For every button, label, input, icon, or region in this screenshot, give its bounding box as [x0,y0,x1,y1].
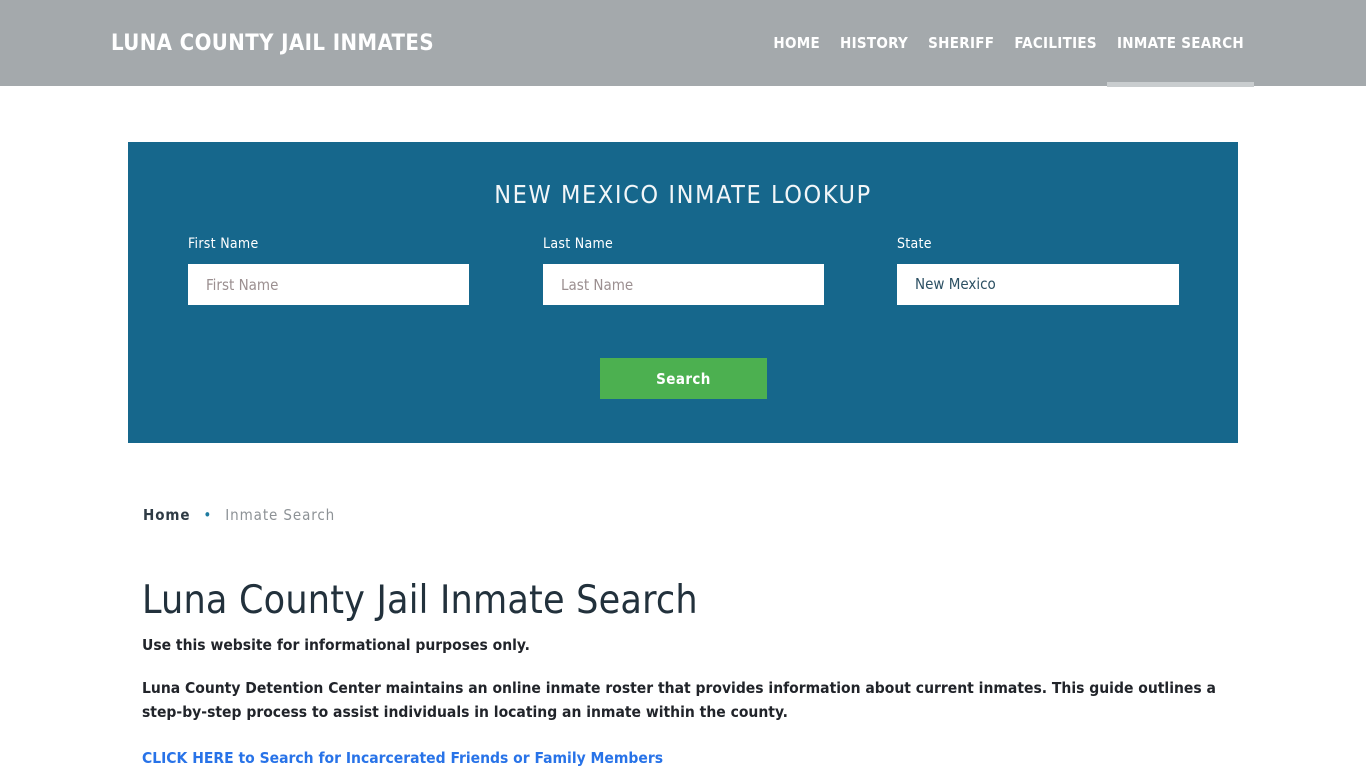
breadcrumb-separator-bullet: • [203,505,213,524]
nav-item-facilities[interactable]: FACILITIES [1004,33,1107,53]
site-header: LUNA COUNTY JAIL INMATES HOME HISTORY SH… [0,0,1366,87]
site-brand-logo[interactable]: LUNA COUNTY JAIL INMATES [111,31,434,56]
informational-notice: Use this website for informational purpo… [142,636,530,654]
inmate-search-cta-link[interactable]: CLICK HERE to Search for Incarcerated Fr… [142,749,663,767]
breadcrumb-item-current: Inmate Search [225,506,336,524]
nav-item-history[interactable]: HISTORY [830,33,918,53]
state-field-group: State New Mexico [897,236,1179,305]
first-name-label: First Name [188,236,259,252]
nav-item-inmate-search[interactable]: INMATE SEARCH [1106,33,1255,87]
search-button[interactable]: Search [600,358,767,399]
page-title: Luna County Jail Inmate Search [142,578,698,623]
first-name-field-group: First Name [188,236,469,305]
lookup-panel-title: NEW MEXICO INMATE LOOKUP [494,180,872,209]
state-label: State [897,236,932,252]
last-name-label: Last Name [543,236,614,252]
nav-item-sheriff[interactable]: SHERIFF [918,33,1004,53]
nav-item-home[interactable]: HOME [763,33,830,53]
last-name-field-group: Last Name [543,236,824,305]
inmate-lookup-panel: NEW MEXICO INMATE LOOKUP First Name Last… [128,142,1238,443]
breadcrumb: Home • Inmate Search [143,506,335,524]
main-navigation: HOME HISTORY SHERIFF FACILITIES INMATE S… [763,33,1255,87]
state-select[interactable]: New Mexico [897,264,1179,305]
intro-paragraph: Luna County Detention Center maintains a… [142,679,1216,721]
first-name-input[interactable] [188,264,469,305]
last-name-input[interactable] [543,264,824,305]
breadcrumb-item-home[interactable]: Home [143,506,190,524]
